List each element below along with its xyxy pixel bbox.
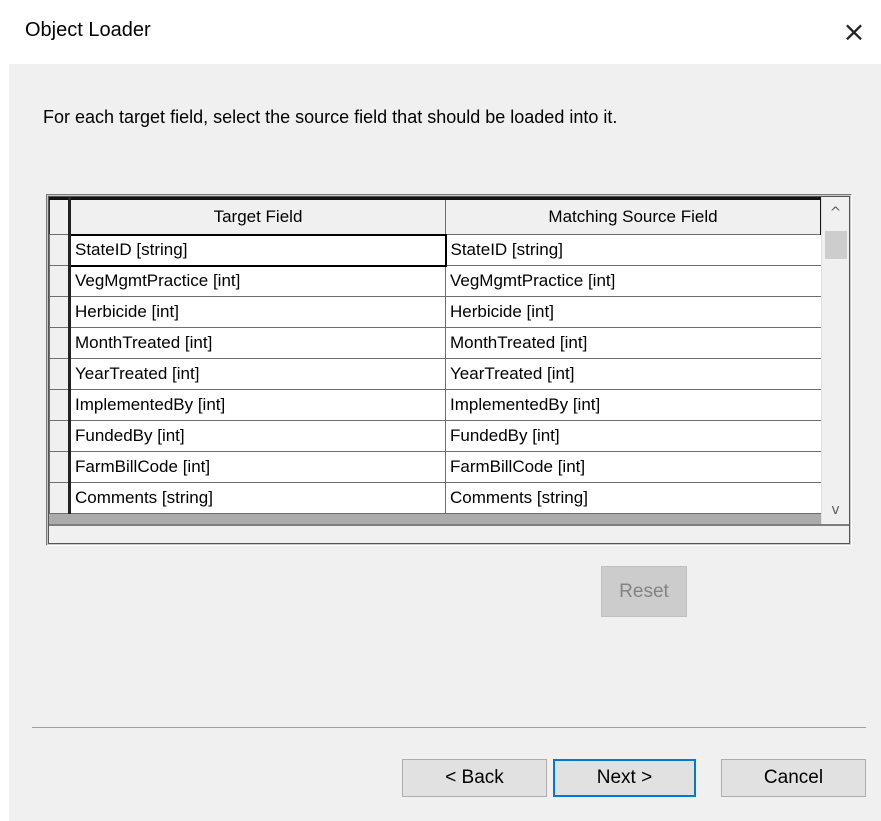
- column-header-source[interactable]: Matching Source Field: [445, 197, 823, 235]
- source-field-cell[interactable]: YearTreated [int]: [445, 358, 822, 390]
- instruction-text: For each target field, select the source…: [43, 107, 618, 127]
- target-field-cell[interactable]: ImplementedBy [int]: [69, 389, 446, 421]
- table-row[interactable]: Herbicide [int] Herbicide [int]: [49, 296, 822, 328]
- source-field-cell[interactable]: StateID [string]: [445, 234, 822, 266]
- field-mapping-grid: Target Field Matching Source Field State…: [46, 194, 852, 546]
- source-field-cell[interactable]: MonthTreated [int]: [445, 327, 822, 359]
- scroll-down-icon[interactable]: v: [822, 496, 849, 524]
- vertical-scrollbar[interactable]: ^ v: [821, 197, 849, 524]
- row-selector-header[interactable]: [49, 197, 71, 235]
- grid-empty-area: [49, 526, 849, 543]
- table-row[interactable]: YearTreated [int] YearTreated [int]: [49, 358, 822, 390]
- target-field-cell[interactable]: FundedBy [int]: [69, 420, 446, 452]
- table-row[interactable]: StateID [string] StateID [string]: [49, 233, 822, 267]
- scrollbar-thumb[interactable]: [825, 231, 847, 259]
- divider: [32, 727, 866, 728]
- target-field-cell[interactable]: Comments [string]: [69, 482, 446, 514]
- source-field-cell[interactable]: VegMgmtPractice [int]: [445, 265, 822, 297]
- row-selector[interactable]: [49, 420, 71, 452]
- source-field-cell[interactable]: Comments [string]: [445, 482, 822, 514]
- field-mapping-table: Target Field Matching Source Field State…: [49, 197, 823, 514]
- header-row: Target Field Matching Source Field: [49, 197, 823, 235]
- close-icon[interactable]: ×: [836, 14, 872, 50]
- row-selector[interactable]: [49, 296, 71, 328]
- column-header-target[interactable]: Target Field: [69, 197, 446, 235]
- table-row[interactable]: FarmBillCode [int] FarmBillCode [int]: [49, 451, 822, 483]
- target-field-cell[interactable]: MonthTreated [int]: [69, 327, 446, 359]
- window-title: Object Loader: [25, 19, 151, 41]
- back-button[interactable]: < Back: [402, 759, 547, 797]
- cancel-button[interactable]: Cancel: [721, 759, 866, 797]
- row-selector[interactable]: [49, 234, 71, 266]
- table-row[interactable]: Comments [string] Comments [string]: [49, 482, 822, 514]
- row-selector[interactable]: [49, 482, 71, 514]
- table-row[interactable]: FundedBy [int] FundedBy [int]: [49, 420, 822, 452]
- row-selector[interactable]: [49, 451, 71, 483]
- target-field-cell[interactable]: VegMgmtPractice [int]: [69, 265, 446, 297]
- source-field-cell[interactable]: FundedBy [int]: [445, 420, 822, 452]
- table-row[interactable]: ImplementedBy [int] ImplementedBy [int]: [49, 389, 822, 421]
- target-field-cell[interactable]: Herbicide [int]: [69, 296, 446, 328]
- reset-button[interactable]: Reset: [601, 566, 687, 617]
- source-field-cell[interactable]: ImplementedBy [int]: [445, 389, 822, 421]
- target-field-cell[interactable]: StateID [string]: [68, 233, 447, 267]
- source-field-cell[interactable]: FarmBillCode [int]: [445, 451, 822, 483]
- target-field-cell[interactable]: FarmBillCode [int]: [69, 451, 446, 483]
- table-row[interactable]: VegMgmtPractice [int] VegMgmtPractice [i…: [49, 265, 822, 297]
- target-field-cell[interactable]: YearTreated [int]: [69, 358, 446, 390]
- scroll-up-icon[interactable]: ^: [822, 199, 849, 227]
- grid-viewport: Target Field Matching Source Field State…: [48, 196, 850, 544]
- row-selector[interactable]: [49, 389, 71, 421]
- source-field-cell[interactable]: Herbicide [int]: [445, 296, 822, 328]
- row-selector[interactable]: [49, 327, 71, 359]
- table-row[interactable]: MonthTreated [int] MonthTreated [int]: [49, 327, 822, 359]
- next-button[interactable]: Next >: [553, 759, 696, 797]
- row-selector[interactable]: [49, 265, 71, 297]
- title-bar: Object Loader ×: [0, 0, 881, 64]
- row-selector[interactable]: [49, 358, 71, 390]
